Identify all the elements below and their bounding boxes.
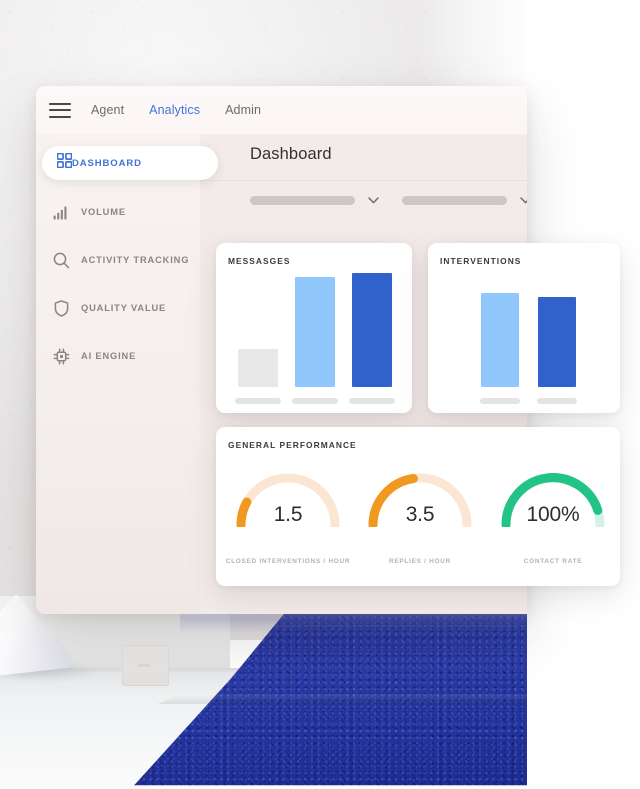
bar-label-placeholder bbox=[235, 398, 281, 404]
sidebar-item-label: VOLUME bbox=[81, 207, 126, 217]
sidebar-item-quality-value[interactable]: QUALITY VALUE bbox=[36, 292, 200, 324]
card-title: GENERAL PERFORMANCE bbox=[228, 440, 357, 450]
filter-value-placeholder bbox=[402, 196, 507, 205]
gauge-value: 100% bbox=[526, 503, 580, 526]
filter-value-placeholder bbox=[250, 196, 355, 205]
title-divider bbox=[200, 180, 527, 181]
gauge-value: 1.5 bbox=[273, 503, 303, 526]
sidebar-item-ai-engine[interactable]: AI ENGINE bbox=[36, 340, 200, 372]
top-navigation-bar: Agent Analytics Admin bbox=[36, 86, 527, 135]
bar-column bbox=[235, 349, 281, 404]
grid-icon bbox=[56, 152, 73, 173]
sidebar: DASHBOARD VOLUME ACTIVITY TRACKING QUALI… bbox=[36, 134, 218, 614]
gauge-replies-per-hour: 3.5 REPLIES / HOUR bbox=[364, 465, 476, 565]
card-messages: MESSASGES bbox=[216, 243, 412, 413]
sidebar-item-label: ACTIVITY TRACKING bbox=[81, 255, 190, 265]
hamburger-icon[interactable] bbox=[49, 102, 71, 118]
wall-socket bbox=[122, 645, 169, 686]
bar-column bbox=[349, 273, 395, 404]
card-general-performance: GENERAL PERFORMANCE 1.5 CLOSED INTERVENT… bbox=[216, 427, 620, 586]
sidebar-item-dashboard[interactable]: DASHBOARD bbox=[42, 146, 233, 180]
bar-label-placeholder bbox=[349, 398, 395, 404]
bar-dark-blue bbox=[352, 273, 392, 387]
gauge-contact-rate: 100% CONTACT RATE bbox=[497, 465, 609, 565]
search-icon bbox=[51, 250, 71, 270]
filter-dropdown-one[interactable] bbox=[250, 196, 379, 205]
card-interventions: INTERVENTIONS bbox=[428, 243, 620, 413]
bar-dark-blue bbox=[538, 297, 576, 387]
bar-chart-icon bbox=[51, 202, 71, 222]
filter-dropdown-two[interactable] bbox=[402, 196, 527, 205]
gauge-closed-interventions: 1.5 CLOSED INTERVENTIONS / HOUR bbox=[226, 465, 350, 565]
sidebar-item-activity-tracking[interactable]: ACTIVITY TRACKING bbox=[36, 244, 200, 276]
chevron-down-icon bbox=[520, 197, 527, 204]
sidebar-item-label: AI ENGINE bbox=[81, 351, 137, 361]
page-title: Dashboard bbox=[250, 145, 332, 163]
nav-item-agent[interactable]: Agent bbox=[91, 103, 124, 117]
bar-light-blue bbox=[295, 277, 335, 387]
carpet-fold bbox=[157, 694, 527, 704]
bar-column bbox=[292, 277, 338, 404]
bar-grey bbox=[238, 349, 278, 387]
sidebar-item-label: DASHBOARD bbox=[72, 157, 142, 169]
nav-item-admin[interactable]: Admin bbox=[225, 103, 261, 117]
gauge-value: 3.5 bbox=[405, 503, 435, 526]
shield-icon bbox=[51, 298, 71, 318]
bar-column bbox=[480, 293, 520, 404]
bar-label-placeholder bbox=[480, 398, 520, 404]
bar-column bbox=[537, 297, 577, 404]
bar-label-placeholder bbox=[292, 398, 338, 404]
sidebar-item-label: QUALITY VALUE bbox=[81, 303, 167, 313]
gauge-label: CONTACT RATE bbox=[523, 558, 583, 565]
messages-bar-chart bbox=[216, 243, 412, 413]
bar-light-blue bbox=[481, 293, 519, 387]
interventions-bar-chart bbox=[428, 243, 620, 413]
chip-icon bbox=[51, 346, 71, 366]
bar-label-placeholder bbox=[537, 398, 577, 404]
chevron-down-icon bbox=[368, 197, 379, 204]
sidebar-item-volume[interactable]: VOLUME bbox=[36, 196, 200, 228]
nav-item-analytics[interactable]: Analytics bbox=[149, 103, 200, 117]
